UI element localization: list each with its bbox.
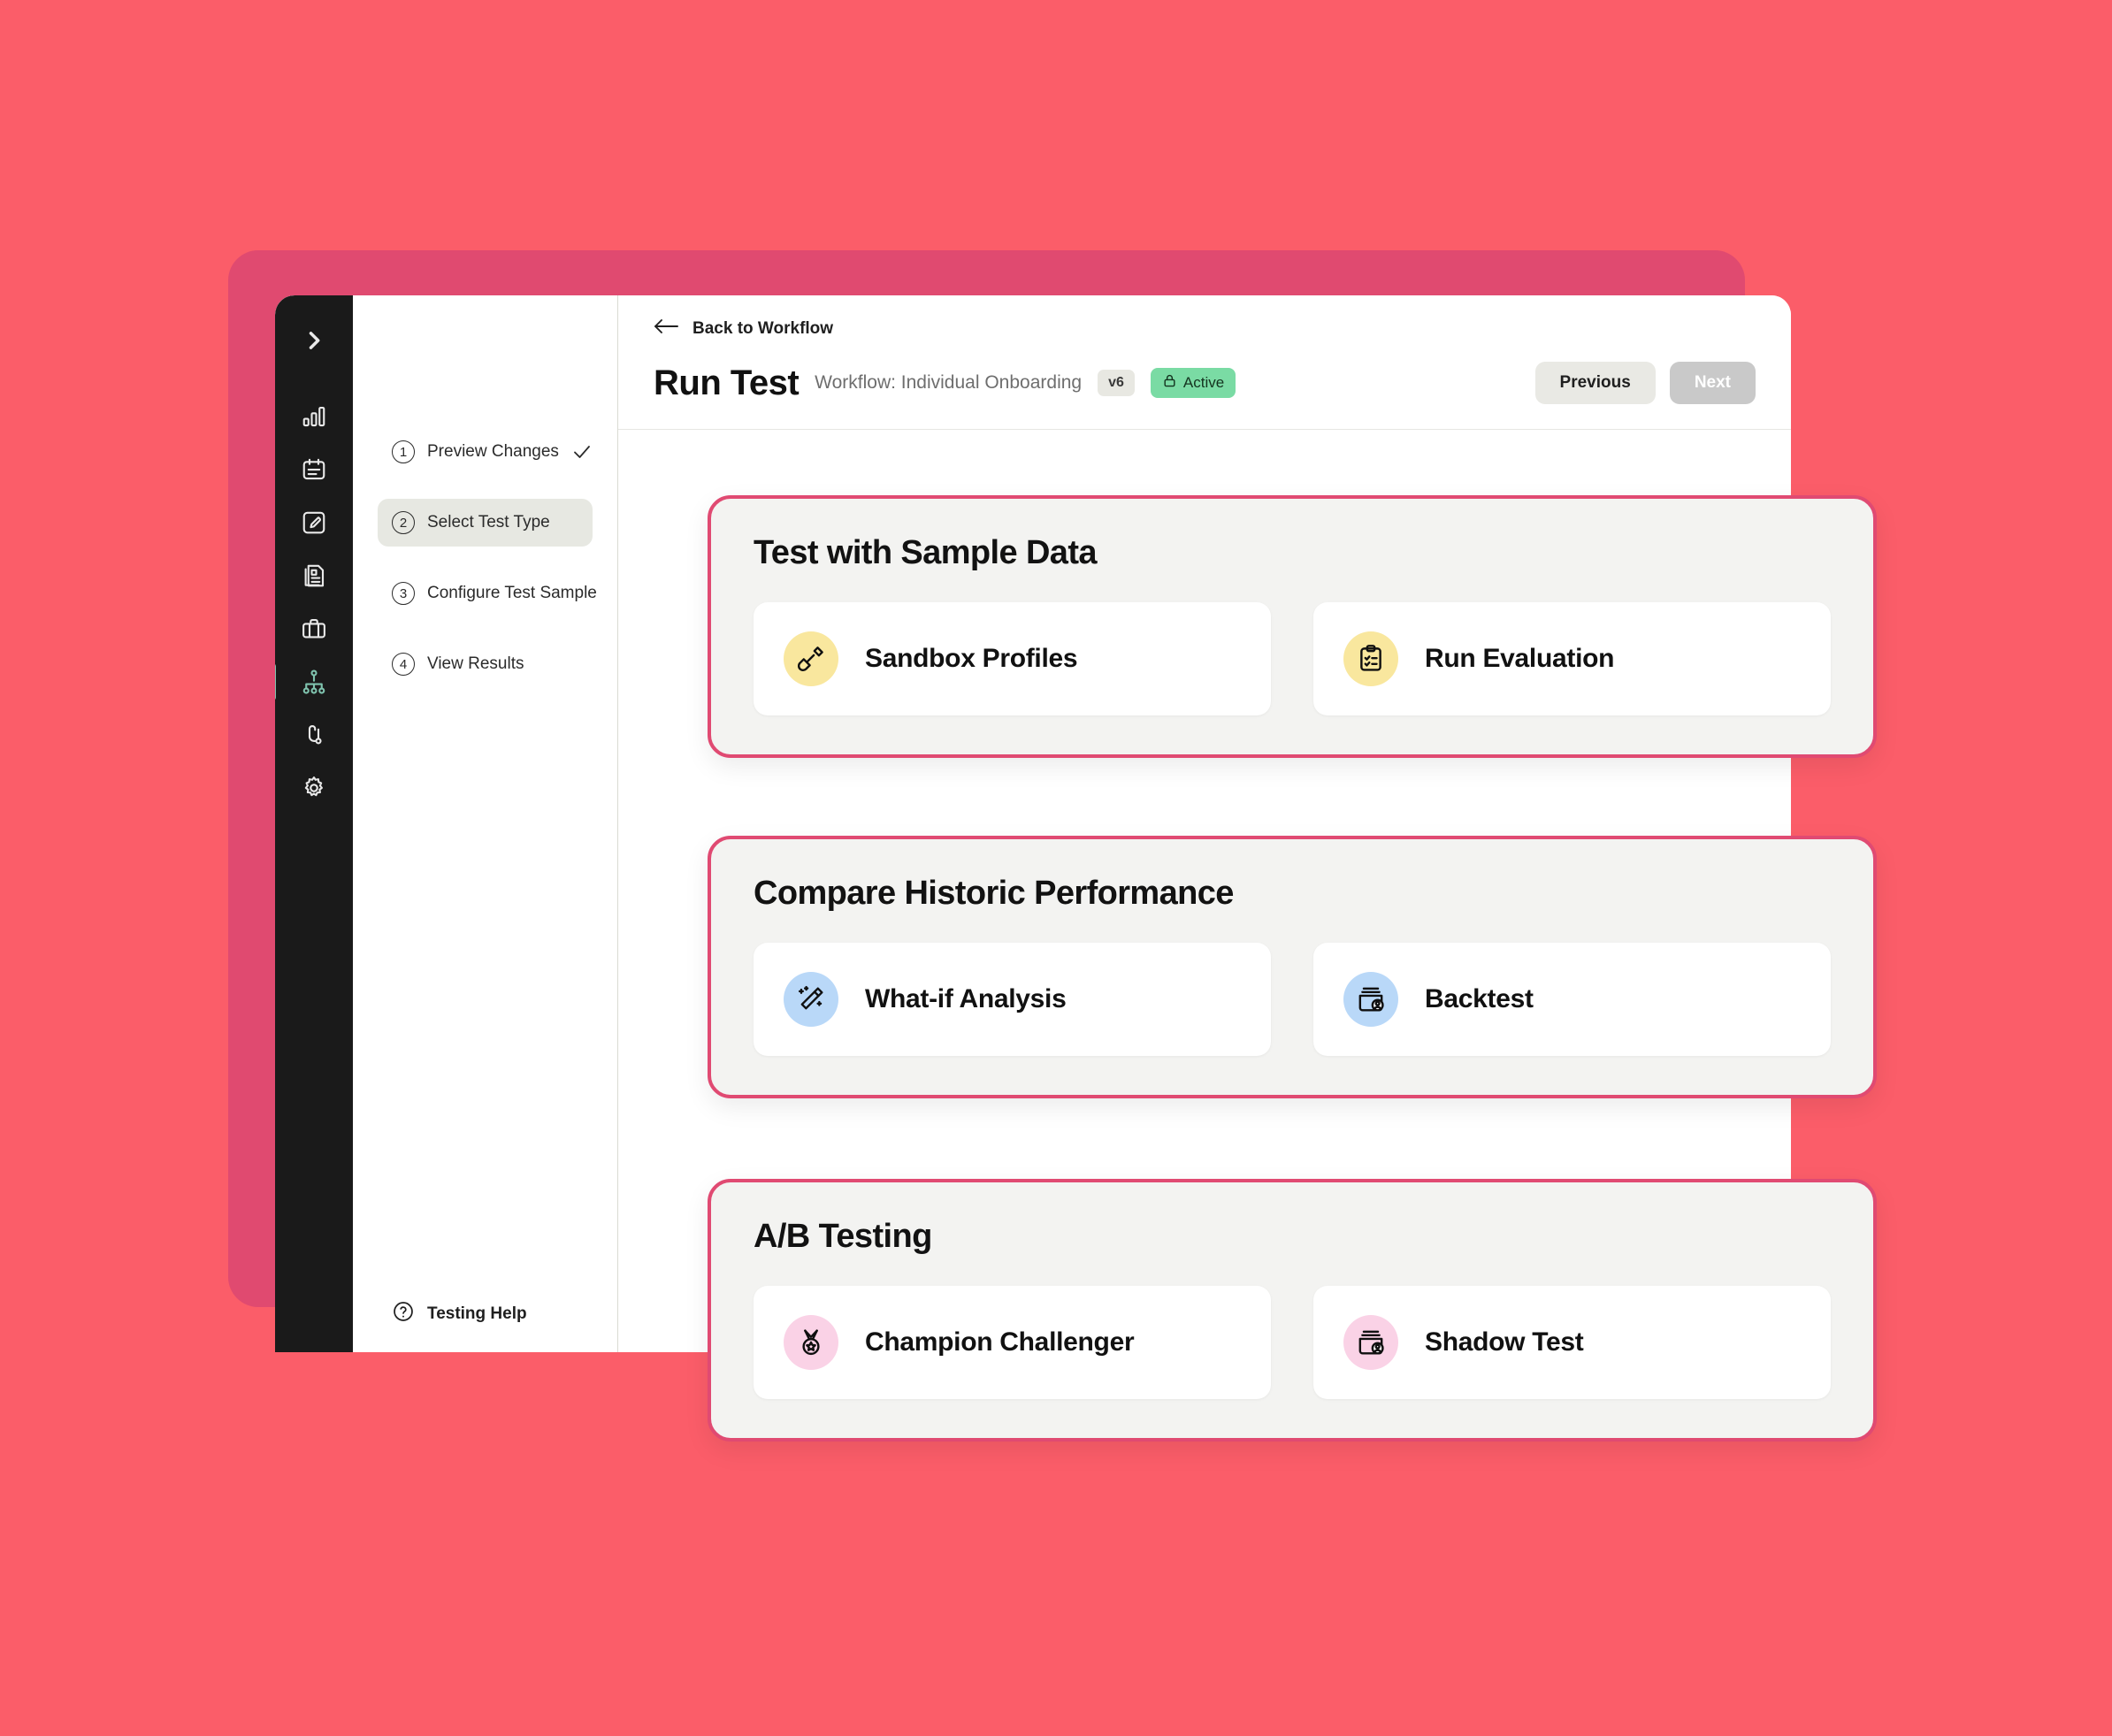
option-label: Run Evaluation — [1425, 644, 1615, 673]
back-label: Back to Workflow — [693, 318, 834, 338]
step-label: Configure Test Sample — [427, 584, 597, 602]
check-icon — [571, 441, 593, 463]
section-card: Compare Historic Performance What-if Anal… — [708, 836, 1877, 1098]
step-label: Preview Changes — [427, 442, 559, 461]
testing-help-link[interactable]: Testing Help — [353, 1300, 617, 1352]
next-button[interactable]: Next — [1669, 362, 1756, 404]
option-grid: Champion Challenger Shadow Test — [754, 1286, 1831, 1399]
medal-star-icon — [784, 1315, 838, 1370]
briefcase-icon — [301, 616, 327, 642]
workflow-tree-icon — [301, 669, 327, 695]
option-grid: What-if Analysis Backtest — [754, 943, 1831, 1056]
section-title: A/B Testing — [754, 1218, 932, 1255]
topbar-actions: Previous Next — [1534, 362, 1756, 404]
gear-icon — [301, 775, 327, 801]
title-row: Run Test Workflow: Individual Onboarding… — [654, 362, 1756, 429]
question-circle-icon — [392, 1300, 415, 1327]
git-branch-icon — [301, 722, 327, 748]
status-badge-label: Active — [1182, 374, 1225, 391]
lock-icon — [1162, 373, 1177, 393]
step-number: 1 — [392, 440, 415, 463]
step-select-test-type[interactable]: 2 Select Test Type — [378, 499, 593, 547]
rail-item-edit[interactable] — [275, 497, 353, 548]
page-title: Run Test — [654, 363, 800, 402]
step-label: Select Test Type — [427, 513, 550, 532]
status-badge: Active — [1150, 368, 1236, 398]
rail-item-settings[interactable] — [275, 762, 353, 814]
edit-pencil-icon — [301, 509, 327, 536]
option-grid: Sandbox Profiles Run Evaluation — [754, 602, 1831, 715]
previous-button[interactable]: Previous — [1534, 362, 1656, 404]
test-type-option[interactable]: What-if Analysis — [754, 943, 1271, 1056]
chevron-right-expand-icon — [302, 328, 326, 353]
clipboard-checklist-icon — [1343, 631, 1398, 686]
workflow-subtitle: Workflow: Individual Onboarding — [815, 372, 1083, 393]
archive-user-icon — [1343, 972, 1398, 1027]
rail-item-expand[interactable] — [275, 315, 353, 366]
magic-wand-icon — [784, 972, 838, 1027]
test-type-option[interactable]: Backtest — [1313, 943, 1831, 1056]
option-label: Champion Challenger — [865, 1327, 1135, 1357]
step-view-results[interactable]: 4 View Results — [378, 640, 593, 688]
notes-card-icon — [301, 456, 327, 483]
bar-chart-icon — [301, 403, 327, 430]
step-number: 3 — [392, 582, 415, 605]
arrow-left-icon — [654, 317, 680, 340]
back-to-workflow-link[interactable]: Back to Workflow — [654, 317, 1756, 340]
rail-item-cases[interactable] — [275, 603, 353, 654]
section-title: Compare Historic Performance — [754, 875, 1234, 912]
option-label: Shadow Test — [1425, 1327, 1584, 1357]
section-card: A/B Testing Champion Challenger Shadow Tes… — [708, 1179, 1877, 1442]
step-label: View Results — [427, 654, 524, 673]
test-type-option[interactable]: Sandbox Profiles — [754, 602, 1271, 715]
topbar: Back to Workflow Run Test Workflow: Indi… — [618, 295, 1791, 430]
option-label: Sandbox Profiles — [865, 644, 1078, 673]
test-type-option[interactable]: Shadow Test — [1313, 1286, 1831, 1399]
version-badge: v6 — [1098, 370, 1135, 396]
nav-rail — [275, 295, 353, 1352]
rail-item-notes[interactable] — [275, 444, 353, 495]
rail-item-analytics[interactable] — [275, 391, 353, 442]
step-configure-test-sample[interactable]: 3 Configure Test Sample — [378, 570, 597, 617]
rail-item-workflows[interactable] — [275, 656, 353, 707]
rail-item-documents[interactable] — [275, 550, 353, 601]
testing-help-label: Testing Help — [427, 1304, 527, 1323]
document-icon — [301, 562, 327, 589]
step-number: 2 — [392, 511, 415, 534]
option-label: What-if Analysis — [865, 984, 1067, 1013]
test-type-option[interactable]: Champion Challenger — [754, 1286, 1271, 1399]
section-title: Test with Sample Data — [754, 534, 1098, 571]
steps-list: 1 Preview Changes 2 Select Test Type 3 C… — [353, 416, 617, 711]
steps-sidebar: 1 Preview Changes 2 Select Test Type 3 C… — [353, 295, 618, 1352]
test-type-option[interactable]: Run Evaluation — [1313, 602, 1831, 715]
archive-user-icon — [1343, 1315, 1398, 1370]
section-card: Test with Sample Data Sandbox Profiles Run… — [708, 495, 1877, 758]
rail-item-branches[interactable] — [275, 709, 353, 761]
option-label: Backtest — [1425, 984, 1534, 1013]
step-number: 4 — [392, 653, 415, 676]
shovel-icon — [784, 631, 838, 686]
step-preview-changes[interactable]: 1 Preview Changes — [378, 428, 593, 476]
